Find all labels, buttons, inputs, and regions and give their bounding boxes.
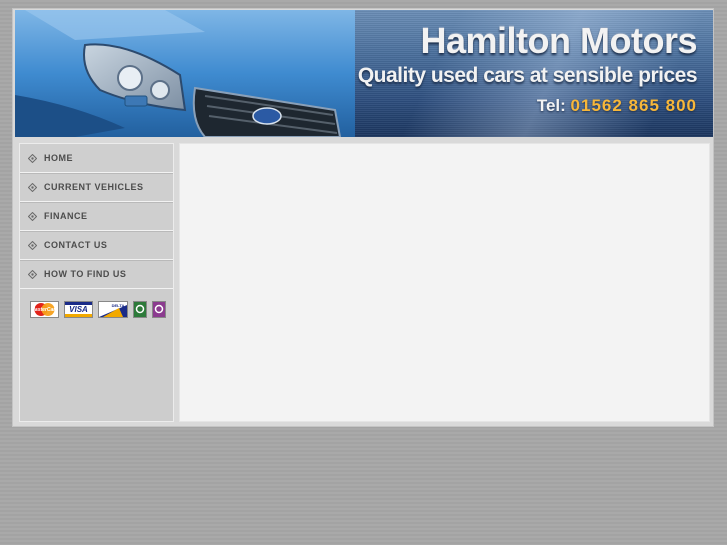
main-content-panel bbox=[179, 143, 710, 422]
nav-item-label: CONTACT US bbox=[44, 240, 108, 250]
phone-label: Tel: bbox=[536, 96, 566, 115]
phone-number: 01562 865 800 bbox=[570, 96, 697, 115]
diamond-bullet-icon bbox=[28, 182, 37, 192]
nav-item-label: HOME bbox=[44, 153, 73, 163]
payment-cards: MasterCard VISA DELTA bbox=[20, 289, 173, 318]
visa-logo: VISA bbox=[64, 301, 93, 318]
diamond-bullet-icon bbox=[28, 153, 37, 163]
nav-item-label: HOW TO FIND US bbox=[44, 269, 127, 279]
nav-item-label: FINANCE bbox=[44, 211, 88, 221]
nav-item-current-vehicles[interactable]: CURRENT VEHICLES bbox=[20, 173, 173, 202]
delta-logo: DELTA bbox=[98, 301, 128, 318]
nav-item-how-to-find-us[interactable]: HOW TO FIND US bbox=[20, 260, 173, 289]
page-container: Hamilton Motors Quality used cars at sen… bbox=[12, 8, 714, 427]
mastercard-logo: MasterCard bbox=[30, 301, 59, 318]
site-title: Hamilton Motors bbox=[420, 20, 698, 61]
diamond-bullet-icon bbox=[28, 211, 37, 221]
solo-logo bbox=[152, 301, 166, 318]
nav-item-contact-us[interactable]: CONTACT US bbox=[20, 231, 173, 260]
phone-line: Tel: 01562 865 800 bbox=[537, 96, 697, 116]
nav-item-finance[interactable]: FINANCE bbox=[20, 202, 173, 231]
maestro-logo bbox=[133, 301, 147, 318]
sidebar: HOME CURRENT VEHICLES FINANCE CONTACT US… bbox=[19, 143, 174, 422]
car-photo bbox=[15, 10, 355, 137]
header-banner: Hamilton Motors Quality used cars at sen… bbox=[15, 10, 713, 137]
diamond-bullet-icon bbox=[28, 269, 37, 279]
nav-item-label: CURRENT VEHICLES bbox=[44, 182, 144, 192]
nav-item-home[interactable]: HOME bbox=[20, 144, 173, 173]
site-tagline: Quality used cars at sensible prices bbox=[357, 64, 698, 87]
diamond-bullet-icon bbox=[28, 240, 37, 250]
